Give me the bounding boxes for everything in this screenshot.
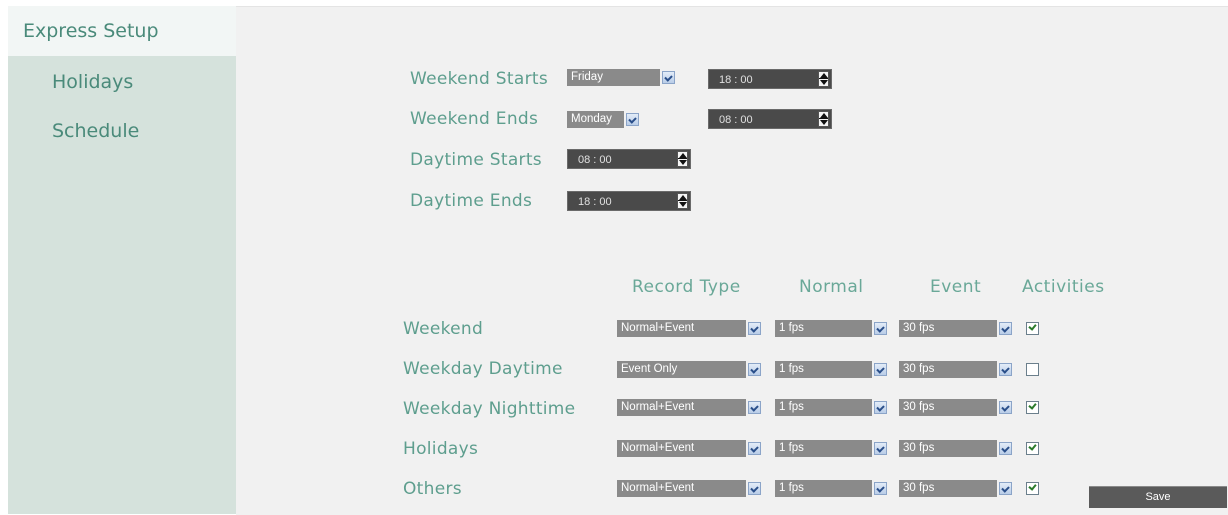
select-value: Friday (571, 71, 603, 83)
select-value: 30 fps (903, 363, 935, 375)
select-value: Normal+Event (621, 401, 695, 413)
activities-checkbox[interactable] (1026, 482, 1039, 495)
select-value: 1 fps (779, 322, 804, 334)
record-type-select[interactable]: Normal+Event (617, 320, 763, 337)
select-value: 1 fps (779, 482, 804, 494)
event-fps-select[interactable]: 30 fps (899, 440, 1014, 457)
select-value: Monday (571, 113, 612, 125)
activities-checkbox[interactable] (1026, 442, 1039, 455)
header-event: Event (930, 277, 982, 297)
chevron-down-icon[interactable] (997, 399, 1014, 416)
chevron-down-icon[interactable] (872, 440, 889, 457)
checkmark-icon (1028, 482, 1037, 491)
daytime-starts-time-field[interactable]: 08 : 00 (567, 149, 691, 169)
chevron-down-icon[interactable] (997, 320, 1014, 337)
chevron-down-icon[interactable] (872, 361, 889, 378)
sidebar-item-label: Holidays (52, 71, 134, 93)
normal-fps-select[interactable]: 1 fps (775, 320, 889, 337)
sidebar: Express Setup Holidays Schedule (8, 6, 236, 514)
chevron-down-icon[interactable] (872, 399, 889, 416)
select-value: 1 fps (779, 363, 804, 375)
event-fps-select[interactable]: 30 fps (899, 480, 1014, 497)
normal-fps-select[interactable]: 1 fps (775, 440, 889, 457)
row-label: Others (403, 479, 462, 499)
activities-checkbox[interactable] (1026, 401, 1039, 414)
select-value: 30 fps (903, 482, 935, 494)
weekend-ends-time-field[interactable]: 08 : 00 (708, 109, 832, 129)
weekend-ends-day-select[interactable]: Monday (567, 111, 641, 128)
header-record-type: Record Type (632, 277, 741, 297)
normal-fps-select[interactable]: 1 fps (775, 361, 889, 378)
normal-fps-select[interactable]: 1 fps (775, 399, 889, 416)
time-value: 08 : 00 (578, 154, 612, 166)
row-label: Weekday Daytime (403, 359, 563, 379)
header-activities: Activities (1022, 277, 1105, 297)
record-type-select[interactable]: Event Only (617, 361, 763, 378)
daytime-ends-label: Daytime Ends (410, 191, 533, 211)
activities-checkbox[interactable] (1026, 322, 1039, 335)
time-value: 18 : 00 (578, 196, 612, 208)
save-button[interactable]: Save (1089, 486, 1227, 508)
select-value: 30 fps (903, 442, 935, 454)
weekend-starts-label: Weekend Starts (410, 69, 548, 89)
record-type-select[interactable]: Normal+Event (617, 440, 763, 457)
spinner-icon[interactable] (677, 193, 688, 209)
select-value: 30 fps (903, 401, 935, 413)
sidebar-item-express-setup[interactable]: Express Setup (8, 6, 236, 56)
weekend-starts-day-select[interactable]: Friday (567, 69, 677, 86)
record-type-select[interactable]: Normal+Event (617, 399, 763, 416)
event-fps-select[interactable]: 30 fps (899, 320, 1014, 337)
select-value: Event Only (621, 363, 678, 375)
normal-fps-select[interactable]: 1 fps (775, 480, 889, 497)
select-value: Normal+Event (621, 482, 695, 494)
chevron-down-icon[interactable] (997, 361, 1014, 378)
chevron-down-icon[interactable] (997, 440, 1014, 457)
chevron-down-icon[interactable] (746, 480, 763, 497)
sidebar-item-schedule[interactable]: Schedule (8, 115, 236, 147)
chevron-down-icon[interactable] (746, 440, 763, 457)
time-value: 18 : 00 (719, 74, 753, 86)
chevron-down-icon[interactable] (746, 399, 763, 416)
chevron-down-icon[interactable] (746, 320, 763, 337)
spinner-icon[interactable] (818, 111, 829, 127)
chevron-down-icon[interactable] (997, 480, 1014, 497)
spinner-icon[interactable] (818, 71, 829, 87)
record-type-select[interactable]: Normal+Event (617, 480, 763, 497)
sidebar-item-label: Express Setup (23, 20, 159, 42)
header-normal: Normal (799, 277, 864, 297)
row-label: Holidays (403, 439, 479, 459)
chevron-down-icon[interactable] (872, 480, 889, 497)
select-value: Normal+Event (621, 322, 695, 334)
chevron-down-icon[interactable] (660, 69, 677, 86)
weekend-starts-time-field[interactable]: 18 : 00 (708, 69, 832, 89)
chevron-down-icon[interactable] (872, 320, 889, 337)
checkmark-icon (1028, 322, 1037, 331)
checkmark-icon (1028, 442, 1037, 451)
activities-checkbox[interactable] (1026, 363, 1039, 376)
sidebar-item-label: Schedule (52, 120, 140, 142)
select-value: 1 fps (779, 442, 804, 454)
row-label: Weekday Nighttime (403, 399, 576, 419)
daytime-ends-time-field[interactable]: 18 : 00 (567, 191, 691, 211)
chevron-down-icon[interactable] (746, 361, 763, 378)
select-value: 1 fps (779, 401, 804, 413)
row-label: Weekend (403, 319, 484, 339)
time-value: 08 : 00 (719, 114, 753, 126)
select-value: Normal+Event (621, 442, 695, 454)
chevron-down-icon[interactable] (624, 111, 641, 128)
weekend-ends-label: Weekend Ends (410, 109, 539, 129)
spinner-icon[interactable] (677, 151, 688, 167)
event-fps-select[interactable]: 30 fps (899, 361, 1014, 378)
select-value: 30 fps (903, 322, 935, 334)
event-fps-select[interactable]: 30 fps (899, 399, 1014, 416)
sidebar-item-holidays[interactable]: Holidays (8, 66, 236, 98)
main-panel: Weekend Starts Friday 18 : 00 Weekend En… (236, 6, 1228, 515)
daytime-starts-label: Daytime Starts (410, 150, 542, 170)
checkmark-icon (1028, 401, 1037, 410)
